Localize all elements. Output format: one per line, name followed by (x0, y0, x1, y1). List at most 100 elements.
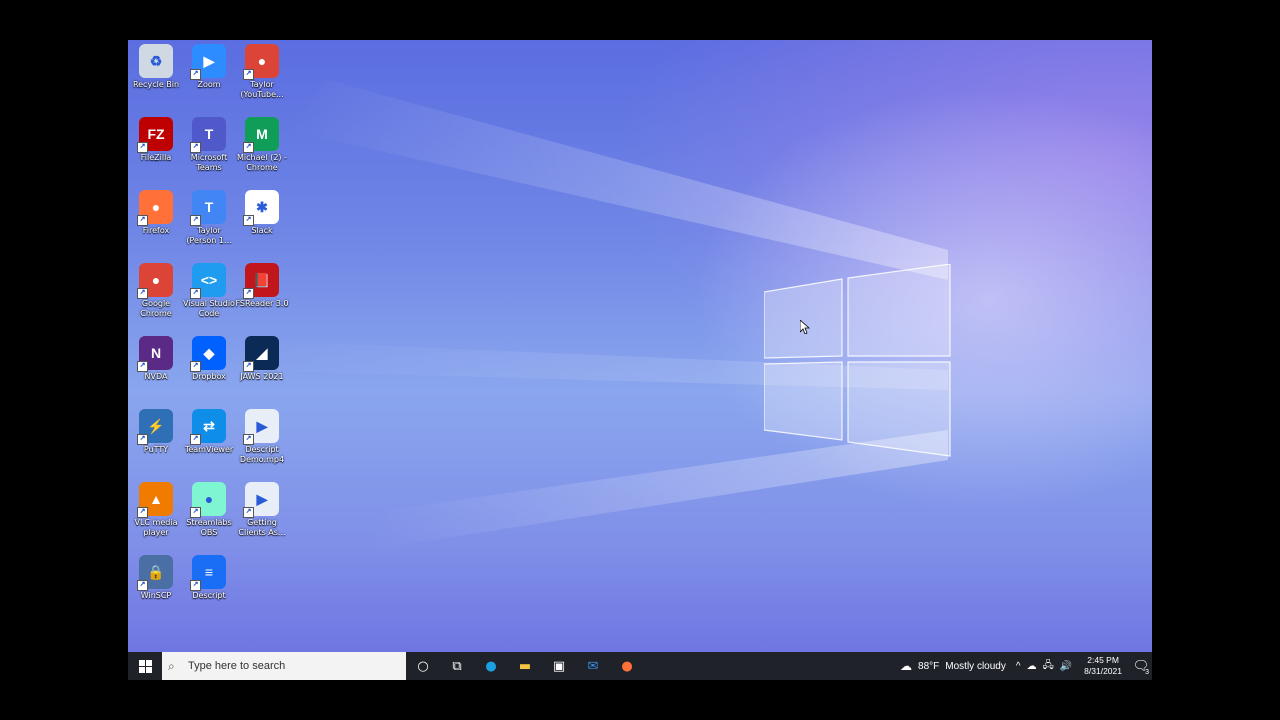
filezilla-icon: FZ ↗ (137, 117, 173, 153)
shortcut-arrow-icon: ↗ (137, 580, 148, 591)
store-icon[interactable]: ▣ (542, 652, 576, 680)
weather-desc[interactable]: Mostly cloudy (945, 661, 1006, 672)
jaws-icon: ◢ ↗ (243, 336, 279, 372)
desktop-icon[interactable]: ◆ ↗ Dropbox (181, 336, 237, 382)
shortcut-arrow-icon: ↗ (190, 69, 201, 80)
firefox-icon: ● ↗ (137, 190, 173, 226)
descript-icon: ≡ ↗ (190, 555, 226, 591)
shortcut-arrow-icon: ↗ (243, 215, 254, 226)
desktop-icon[interactable]: <> ↗ Visual Studio Code (181, 263, 237, 319)
desktop-icon-label: Descript (192, 591, 226, 600)
desktop-icon[interactable]: ◢ ↗ JAWS 2021 (234, 336, 290, 382)
file-explorer-icon[interactable]: ▬ (508, 652, 542, 680)
desktop-icon[interactable]: T ↗ Microsoft Teams (181, 117, 237, 173)
chevron-up-icon[interactable]: ^ (1016, 661, 1021, 672)
desktop-icon[interactable]: FZ ↗ FileZilla (128, 117, 184, 163)
dropbox-icon: ◆ ↗ (190, 336, 226, 372)
shortcut-arrow-icon: ↗ (243, 288, 254, 299)
desktop-icon[interactable]: ▶ ↗ Getting Clients As... (234, 482, 290, 538)
desktop-icon-label: Firefox (142, 226, 170, 235)
shortcut-arrow-icon: ↗ (137, 507, 148, 518)
streamlabs-icon: ● ↗ (190, 482, 226, 518)
weather-icon[interactable]: ☁ (900, 659, 912, 673)
desktop-icon[interactable]: 📕 ↗ FSReader 3.0 (234, 263, 290, 309)
pinned-apps: ○ ⧉ ● ▬ ▣ ✉ ● (406, 652, 644, 680)
desktop-icon-label: FileZilla (140, 153, 172, 162)
desktop-icon[interactable]: M ↗ Michael (2) - Chrome (234, 117, 290, 173)
mail-icon[interactable]: ✉ (576, 652, 610, 680)
firefox-icon[interactable]: ● (610, 652, 644, 680)
desktop-icon-label: Recycle Bin (132, 80, 180, 89)
taskbar-search-box[interactable]: ⌕ Type here to search (162, 652, 406, 680)
desktop-icon-label: Getting Clients As... (238, 518, 286, 537)
shortcut-arrow-icon: ↗ (190, 361, 201, 372)
action-center-button[interactable]: 🗨 3 (1130, 652, 1152, 680)
desktop-icon[interactable]: ● ↗ Firefox (128, 190, 184, 236)
shortcut-arrow-icon: ↗ (137, 288, 148, 299)
desktop-icon[interactable]: ▶ ↗ Zoom (181, 44, 237, 90)
desktop-icon-label: Slack (251, 226, 273, 235)
desktop-icon[interactable]: ● ↗ Streamlabs OBS (181, 482, 237, 538)
desktop-icon-label: Dropbox (192, 372, 226, 381)
desktop-icon-label: VLC media player (134, 518, 178, 537)
search-icon: ⌕ (168, 658, 175, 673)
volume-icon[interactable]: 🔊 (1060, 661, 1072, 672)
desktop-icon-label: WinSCP (140, 591, 172, 600)
clock-date: 8/31/2021 (1084, 666, 1122, 676)
teams-icon: T ↗ (190, 117, 226, 153)
shortcut-arrow-icon: ↗ (243, 507, 254, 518)
shortcut-arrow-icon: ↗ (190, 507, 201, 518)
clock[interactable]: 2:45 PM 8/31/2021 (1084, 655, 1122, 677)
desktop-icon[interactable]: ♻ Recycle Bin (128, 44, 184, 90)
network-icon[interactable]: 🖧 (1043, 658, 1054, 675)
task-view-icon[interactable]: ⧉ (440, 652, 474, 680)
chrome-profile-icon: M ↗ (243, 117, 279, 153)
chrome-profile-icon: T ↗ (190, 190, 226, 226)
desktop-icon-label: Visual Studio Code (183, 299, 235, 318)
edge-icon[interactable]: ● (474, 652, 508, 680)
video-file-icon: ▶ ↗ (243, 482, 279, 518)
desktop-icon[interactable]: N ↗ NVDA (128, 336, 184, 382)
weather-temp[interactable]: 88°F (918, 661, 939, 672)
shortcut-arrow-icon: ↗ (190, 580, 201, 591)
winscp-icon: 🔒 ↗ (137, 555, 173, 591)
desktop-icon-label: TeamViewer (184, 445, 234, 454)
shortcut-arrow-icon: ↗ (243, 434, 254, 445)
recycle-bin-icon: ♻ (139, 44, 173, 78)
desktop-icon[interactable]: ≡ ↗ Descript (181, 555, 237, 601)
desktop-icon[interactable]: ⇄ ↗ TeamViewer (181, 409, 237, 455)
teamviewer-icon: ⇄ ↗ (190, 409, 226, 445)
desktop-icon[interactable]: ● ↗ Google Chrome (128, 263, 184, 319)
desktop-icon[interactable]: ⚡ ↗ PuTTY (128, 409, 184, 455)
putty-icon: ⚡ ↗ (137, 409, 173, 445)
desktop-icon-label: Google Chrome (140, 299, 172, 318)
clock-time: 2:45 PM (1087, 655, 1119, 665)
taskbar: ⌕ Type here to search ○ ⧉ ● ▬ ▣ ✉ ● ☁ 88°F Mos… (128, 652, 1152, 680)
windows-start-icon (138, 659, 152, 673)
desktop-icon[interactable]: ▶ ↗ Descript Demo.mp4 (234, 409, 290, 465)
shortcut-arrow-icon: ↗ (137, 434, 148, 445)
desktop-icon[interactable]: ✱ ↗ Slack (234, 190, 290, 236)
shortcut-arrow-icon: ↗ (137, 361, 148, 372)
nvda-icon: N ↗ (137, 336, 173, 372)
onedrive-icon[interactable]: ☁ (1027, 661, 1037, 672)
desktop-icon-label: Taylor (Person 1... (186, 226, 232, 245)
desktop-icon-label: Microsoft Teams (190, 153, 228, 172)
desktop-icon[interactable]: T ↗ Taylor (Person 1... (181, 190, 237, 246)
video-file-icon: ▶ ↗ (243, 409, 279, 445)
start-button[interactable] (128, 652, 162, 680)
shortcut-arrow-icon: ↗ (243, 142, 254, 153)
cortana-icon[interactable]: ○ (406, 652, 440, 680)
windows-logo-wallpaper (764, 264, 951, 457)
desktop[interactable]: ♻ Recycle Bin ▶ ↗ Zoom ● ↗ Taylor (YouTube... FZ… (128, 40, 1152, 680)
desktop-icon[interactable]: 🔒 ↗ WinSCP (128, 555, 184, 601)
system-tray: ☁ 88°F Mostly cloudy ^ ☁ 🖧 🔊 2:45 PM 8/3… (900, 652, 1152, 680)
desktop-icon-label: JAWS 2021 (240, 372, 284, 381)
desktop-icon[interactable]: ▲ ↗ VLC media player (128, 482, 184, 538)
zoom-icon: ▶ ↗ (190, 44, 226, 80)
shortcut-arrow-icon: ↗ (243, 361, 254, 372)
desktop-icon[interactable]: ● ↗ Taylor (YouTube... (234, 44, 290, 100)
desktop-icon-label: NVDA (144, 372, 168, 381)
chrome-icon: ● ↗ (137, 263, 173, 299)
shortcut-arrow-icon: ↗ (190, 142, 201, 153)
